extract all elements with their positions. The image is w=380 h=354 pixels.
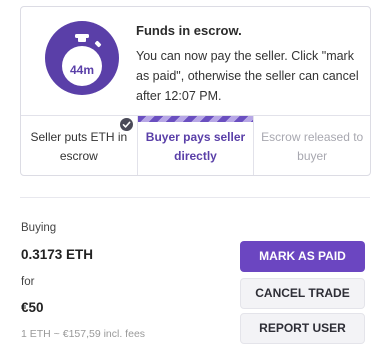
progress-steps: Seller puts ETH in escrow Buyer pays sel… [21,115,370,175]
report-user-button[interactable]: REPORT USER [240,313,365,344]
step-seller-escrow: Seller puts ETH in escrow [21,116,137,175]
step-label: Buyer pays seller directly [145,130,246,163]
active-step-indicator [137,116,254,122]
timer-value: 44m [69,63,95,77]
status-title: Funds in escrow. [136,23,242,38]
step-escrow-released: Escrow released to buyer [253,116,370,175]
crypto-amount: 0.3173 ETH [21,247,94,262]
escrow-status-card: 44m Funds in escrow. You can now pay the… [20,6,371,176]
step-buyer-pays: Buyer pays seller directly [136,116,254,175]
cancel-trade-button[interactable]: CANCEL TRADE [240,278,365,309]
countdown-timer: 44m [45,21,119,95]
step-label: Escrow released to buyer [261,130,364,163]
step-label: Seller puts ETH in escrow [30,130,128,163]
section-divider [20,197,370,198]
mark-as-paid-button[interactable]: MARK AS PAID [240,241,365,272]
fiat-price: €50 [21,300,44,315]
exchange-rate: 1 ETH ~ €157,59 incl. fees [21,328,146,340]
stopwatch-icon [62,34,102,86]
status-message: You can now pay the seller. Click "mark … [136,49,359,103]
check-icon [119,118,133,131]
buying-label: Buying [21,222,57,234]
for-label: for [21,276,35,288]
